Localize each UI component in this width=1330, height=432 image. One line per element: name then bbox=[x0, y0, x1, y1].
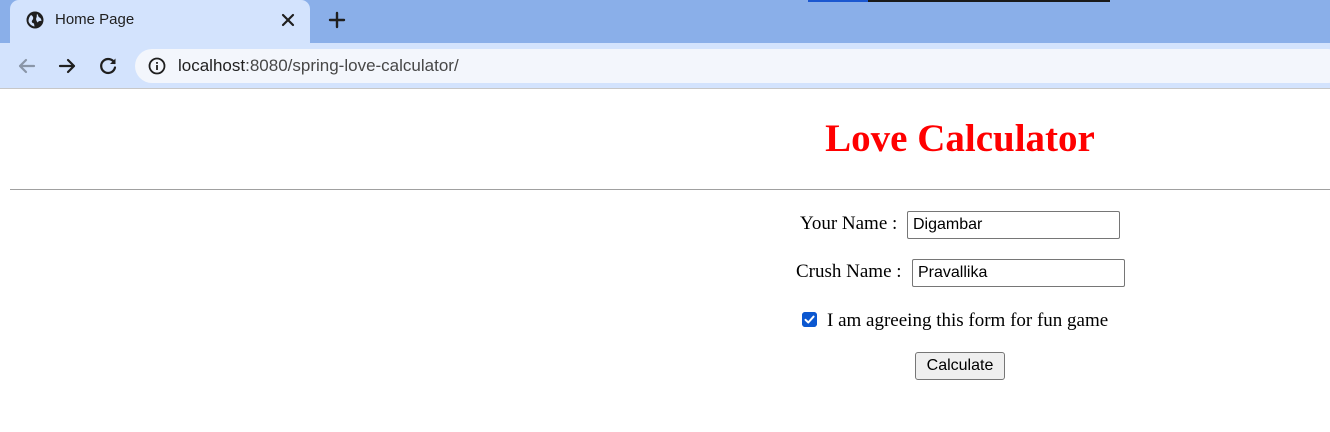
url-host: localhost bbox=[178, 56, 246, 75]
address-bar[interactable]: localhost:8080/spring-love-calculator/ bbox=[135, 49, 1330, 83]
horizontal-rule bbox=[10, 189, 1330, 190]
your-name-label: Your Name : bbox=[800, 213, 898, 234]
arrow-left-icon[interactable] bbox=[15, 54, 39, 78]
calculate-button[interactable]: Calculate bbox=[915, 352, 1005, 380]
agree-checkbox[interactable] bbox=[802, 312, 817, 327]
page-title: Love Calculator bbox=[825, 117, 1095, 160]
info-icon[interactable] bbox=[148, 57, 166, 75]
url-text[interactable]: localhost:8080/spring-love-calculator/ bbox=[178, 56, 459, 76]
page-content: Love Calculator Your Name : Digambar Cru… bbox=[0, 89, 1330, 432]
crush-name-input[interactable]: Pravallika bbox=[912, 259, 1125, 287]
tabstrip-divider-accent bbox=[808, 0, 868, 2]
arrow-right-icon[interactable] bbox=[55, 54, 79, 78]
close-icon[interactable] bbox=[280, 12, 296, 28]
reload-icon[interactable] bbox=[96, 54, 120, 78]
browser-tab[interactable]: Home Page bbox=[10, 0, 310, 43]
browser-tab-strip: Home Page bbox=[0, 0, 1330, 43]
browser-toolbar: localhost:8080/spring-love-calculator/ bbox=[0, 43, 1330, 89]
globe-icon bbox=[26, 11, 44, 29]
url-path: :8080/spring-love-calculator/ bbox=[245, 56, 459, 75]
tab-title: Home Page bbox=[55, 11, 135, 28]
your-name-input[interactable]: Digambar bbox=[907, 211, 1120, 239]
plus-icon[interactable] bbox=[327, 10, 347, 30]
agree-label: I am agreeing this form for fun game bbox=[827, 310, 1109, 331]
crush-name-label: Crush Name : bbox=[796, 261, 902, 282]
